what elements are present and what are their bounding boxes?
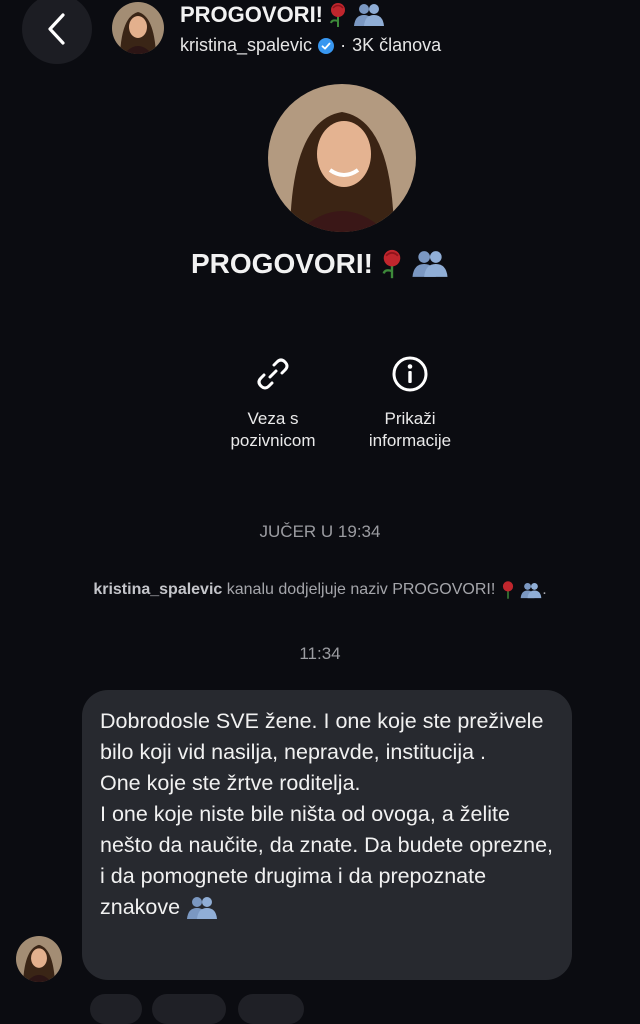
system-message-text: kanalu dodjeljuje naziv PROGOVORI! xyxy=(222,581,496,599)
invite-link-label-line2: pozivnicom xyxy=(230,431,316,450)
system-message: kristina_spalevic kanalu dodjeljuje nazi… xyxy=(0,580,640,600)
message-paragraph-text: I one koje niste bile ništa od ovoga, a … xyxy=(100,802,554,919)
reaction-chip[interactable] xyxy=(152,994,226,1024)
message-paragraph: Dobrodosle SVE žene. I one koje ste prež… xyxy=(100,709,544,764)
channel-title-text: PROGOVORI! xyxy=(180,2,324,27)
invite-link-button[interactable]: Veza s pozivnicom xyxy=(208,350,338,452)
profile-title: PROGOVORI! xyxy=(0,248,640,280)
member-count: 3K članova xyxy=(352,35,442,55)
show-info-button[interactable]: Prikaži informacije xyxy=(345,350,475,452)
reaction-chip[interactable] xyxy=(90,994,142,1024)
date-divider: JUČER U 19:34 xyxy=(259,522,381,541)
message-bubble[interactable]: Dobrodosle SVE žene. I one koje ste prež… xyxy=(82,690,572,980)
channel-title[interactable]: PROGOVORI! xyxy=(180,2,385,28)
sender-avatar[interactable] xyxy=(16,936,62,982)
channel-subtitle: kristina_spalevic · 3K članova xyxy=(180,35,441,56)
invite-link-label-line1: Veza s xyxy=(247,409,299,428)
rose-icon xyxy=(502,581,513,599)
info-icon xyxy=(392,356,428,392)
profile-title-text: PROGOVORI! xyxy=(190,248,373,279)
chat-header: PROGOVORI! kristina_spalevic · 3K članov… xyxy=(0,0,640,70)
hugging-people-icon xyxy=(187,897,218,920)
link-icon xyxy=(257,358,289,390)
channel-avatar[interactable] xyxy=(112,2,164,54)
profile-avatar[interactable] xyxy=(268,84,416,232)
back-button[interactable] xyxy=(22,0,92,64)
reaction-chip[interactable] xyxy=(238,994,304,1024)
owner-username[interactable]: kristina_spalevic xyxy=(180,35,312,56)
rose-icon xyxy=(382,249,401,279)
hugging-people-icon xyxy=(354,4,385,26)
verified-badge-icon xyxy=(318,37,335,54)
message-paragraph: I one koje niste bile ništa od ovoga, a … xyxy=(100,799,554,923)
rose-icon xyxy=(330,3,346,27)
hugging-people-icon xyxy=(412,251,448,277)
message-time: 11:34 xyxy=(299,644,341,663)
separator-dot: · xyxy=(340,35,347,55)
chevron-left-icon xyxy=(48,13,65,45)
system-message-end: . xyxy=(542,581,547,599)
hugging-people-icon xyxy=(520,582,542,598)
message-paragraph: One koje ste žrtve roditelja. xyxy=(100,771,361,795)
show-info-label-line2: informacije xyxy=(368,431,452,450)
show-info-label-line1: Prikaži xyxy=(384,409,436,428)
system-message-user[interactable]: kristina_spalevic xyxy=(93,581,222,598)
